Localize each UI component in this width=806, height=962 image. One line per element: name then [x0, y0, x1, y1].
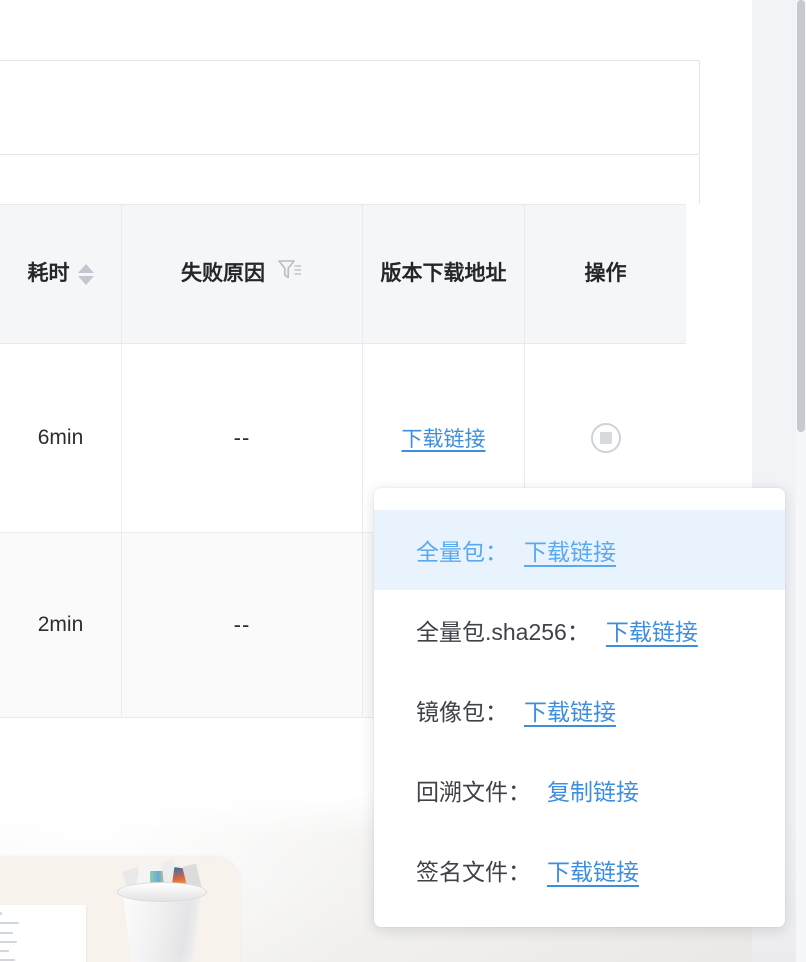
column-header-download-url-label: 版本下载地址 — [380, 261, 507, 285]
cell-fail-reason-value: -- — [233, 425, 251, 450]
popup-item-signature-file[interactable]: 签名文件： 下载链接 — [374, 830, 785, 910]
page-scrollbar-thumb[interactable] — [797, 0, 805, 432]
column-header-actions-label: 操作 — [584, 261, 627, 285]
popup-item-label: 全量包.sha256： — [416, 619, 590, 645]
popup-download-link[interactable]: 下载链接 — [524, 533, 616, 567]
column-header-actions: 操作 — [525, 205, 686, 343]
upper-panel-card — [0, 60, 700, 155]
download-link-button[interactable]: 下载链接 — [402, 423, 486, 453]
trash-rim — [117, 882, 207, 902]
cell-duration: 2min — [0, 533, 122, 717]
screen-root: 耗时 失败原因 版本下载地址 操作 6min -- 下载链接 2min -- 全… — [0, 0, 806, 962]
popup-item-image-package[interactable]: 镜像包： 下载链接 — [374, 670, 785, 750]
trash-can-icon[interactable] — [113, 860, 211, 962]
popup-download-link[interactable]: 下载链接 — [524, 693, 616, 727]
download-links-popup: 全量包： 下载链接 全量包.sha256： 下载链接 镜像包： 下载链接 回溯文… — [374, 488, 785, 927]
column-header-download-url: 版本下载地址 — [363, 205, 525, 343]
table-header-row: 耗时 失败原因 版本下载地址 操作 — [0, 204, 686, 344]
column-header-duration[interactable]: 耗时 — [0, 205, 122, 343]
cell-fail-reason: -- — [122, 344, 363, 532]
column-header-fail-reason-label: 失败原因 — [181, 261, 265, 285]
popup-item-full-package-sha256[interactable]: 全量包.sha256： 下载链接 — [374, 590, 785, 670]
popup-item-label: 全量包： — [416, 539, 508, 565]
cell-fail-reason-value: -- — [233, 612, 251, 637]
sort-arrows-icon[interactable] — [77, 263, 94, 285]
popup-item-label: 签名文件： — [416, 859, 531, 885]
toolbar-strip — [0, 156, 700, 204]
popup-item-trace-file[interactable]: 回溯文件： 复制链接 — [374, 750, 785, 830]
cell-duration-value: 2min — [37, 613, 84, 636]
background-window-thumbnail — [0, 905, 86, 962]
popup-item-label: 镜像包： — [416, 699, 508, 725]
popup-item-full-package[interactable]: 全量包： 下载链接 — [374, 510, 785, 590]
cell-fail-reason: -- — [122, 533, 363, 717]
cell-duration: 6min — [0, 344, 122, 532]
stop-circle-icon[interactable] — [590, 423, 621, 453]
filter-funnel-icon[interactable] — [277, 258, 303, 290]
popup-download-link[interactable]: 下载链接 — [547, 853, 639, 887]
column-header-duration-label: 耗时 — [27, 261, 70, 285]
cell-duration-value: 6min — [37, 426, 84, 449]
column-header-fail-reason[interactable]: 失败原因 — [122, 205, 363, 343]
popup-copy-link[interactable]: 复制链接 — [547, 773, 639, 807]
popup-item-label: 回溯文件： — [416, 779, 531, 805]
popup-download-link[interactable]: 下载链接 — [606, 613, 698, 647]
page-scrollbar-track[interactable] — [796, 0, 806, 962]
